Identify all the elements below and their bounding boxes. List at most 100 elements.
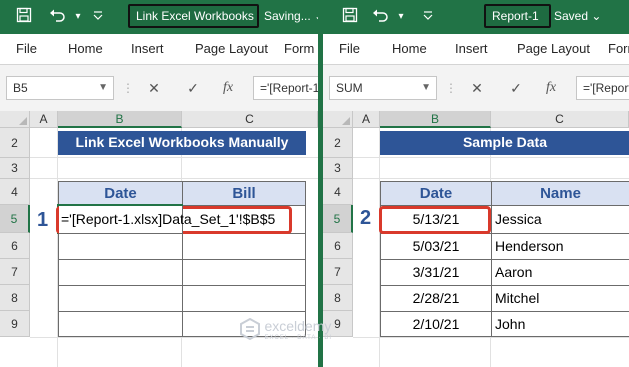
tab-page-layout[interactable]: Page Layout bbox=[195, 41, 268, 56]
sheet-banner: Sample Data bbox=[380, 131, 629, 155]
column-header-b[interactable]: B bbox=[58, 111, 182, 128]
name-box[interactable]: SUM ▼ bbox=[329, 76, 437, 100]
watermark-brand: exceldemy bbox=[264, 317, 332, 334]
gridline bbox=[353, 157, 629, 158]
customize-toolbar-icon[interactable] bbox=[418, 7, 438, 27]
row-header-3[interactable]: 3 bbox=[0, 158, 30, 179]
workbook-title[interactable]: Link Excel Workbooks bbox=[128, 4, 259, 28]
name-box[interactable]: B5 ▼ bbox=[6, 76, 114, 100]
row-header-2[interactable]: 2 bbox=[0, 128, 30, 158]
row-header-6[interactable]: 6 bbox=[323, 233, 353, 259]
tab-file[interactable]: File bbox=[16, 41, 37, 56]
gridline bbox=[30, 157, 318, 158]
save-icon[interactable] bbox=[340, 7, 360, 27]
table-header-date[interactable]: Date bbox=[59, 182, 183, 206]
tab-page-layout[interactable]: Page Layout bbox=[517, 41, 590, 56]
title-bar: ▾ Report-1 Saved ⌄ bbox=[323, 0, 629, 34]
undo-icon[interactable] bbox=[371, 7, 391, 27]
ribbon-tabs: File Home Insert Page Layout Form bbox=[323, 34, 629, 65]
name-cell[interactable]: Jessica bbox=[492, 206, 629, 234]
watermark-logo-icon bbox=[240, 317, 260, 345]
formula-bar: B5 ▼ ⋮ ✕ ✓ fx ='[Report-1.xlsx]Data_Set_… bbox=[0, 65, 318, 112]
tab-home[interactable]: Home bbox=[392, 41, 427, 56]
row-header-8[interactable]: 8 bbox=[323, 285, 353, 311]
save-icon[interactable] bbox=[14, 7, 34, 27]
table-cell[interactable] bbox=[59, 260, 183, 286]
watermark-tagline: EXCEL · DATA · BI bbox=[264, 334, 333, 341]
column-header-a[interactable]: A bbox=[30, 111, 58, 128]
name-cell[interactable]: Henderson bbox=[492, 234, 629, 260]
undo-icon[interactable] bbox=[48, 7, 68, 27]
row-header-3[interactable]: 3 bbox=[323, 158, 353, 179]
date-cell[interactable]: 2/28/21 bbox=[381, 286, 492, 312]
enter-icon[interactable]: ✓ bbox=[507, 78, 525, 98]
row-header-6[interactable]: 6 bbox=[0, 233, 30, 259]
save-status-text: Saving... bbox=[264, 9, 311, 23]
highlight-box bbox=[379, 206, 491, 234]
row-header-4[interactable]: 4 bbox=[0, 179, 30, 205]
table-cell[interactable] bbox=[183, 286, 306, 312]
cancel-icon[interactable]: ✕ bbox=[145, 78, 163, 98]
cancel-icon[interactable]: ✕ bbox=[468, 78, 486, 98]
name-cell[interactable]: Aaron bbox=[492, 260, 629, 286]
table-cell[interactable] bbox=[59, 286, 183, 312]
select-all-corner[interactable] bbox=[0, 111, 30, 128]
tab-home[interactable]: Home bbox=[68, 41, 103, 56]
chevron-down-icon[interactable]: ▼ bbox=[98, 77, 108, 99]
formula-text: ='[Report-1 bbox=[583, 81, 629, 95]
tab-insert[interactable]: Insert bbox=[455, 41, 488, 56]
insert-function-icon[interactable]: fx bbox=[542, 78, 560, 98]
watermark: exceldemy EXCEL · DATA · BI bbox=[240, 317, 333, 345]
row-header-9[interactable]: 9 bbox=[0, 311, 30, 337]
table-cell[interactable] bbox=[59, 234, 183, 260]
insert-function-icon[interactable]: fx bbox=[219, 78, 237, 98]
workbook-title-text: Link Excel Workbooks bbox=[136, 9, 254, 23]
table-header-date[interactable]: Date bbox=[381, 182, 492, 206]
tab-insert[interactable]: Insert bbox=[131, 41, 164, 56]
undo-dropdown-icon[interactable]: ▾ bbox=[391, 7, 411, 27]
column-header-c[interactable]: C bbox=[491, 111, 629, 128]
name-cell[interactable]: Mitchel bbox=[492, 286, 629, 312]
select-all-corner[interactable] bbox=[323, 111, 353, 128]
table-cell[interactable] bbox=[183, 234, 306, 260]
date-cell[interactable]: 2/10/21 bbox=[381, 312, 492, 337]
row-header-5[interactable]: 5 bbox=[0, 205, 30, 233]
tab-formulas[interactable]: Form bbox=[284, 41, 314, 56]
tab-formulas[interactable]: Form bbox=[608, 41, 629, 56]
save-status: Saving... ⌄ bbox=[264, 9, 318, 23]
customize-toolbar-icon[interactable] bbox=[88, 7, 108, 27]
table-header-bill[interactable]: Bill bbox=[183, 182, 306, 206]
workbook-title[interactable]: Report-1 bbox=[484, 4, 551, 28]
table-cell[interactable] bbox=[183, 260, 306, 286]
row-header-4[interactable]: 4 bbox=[323, 179, 353, 205]
row-header-5[interactable]: 5 bbox=[323, 205, 353, 233]
undo-dropdown-icon[interactable]: ▾ bbox=[68, 7, 88, 27]
formula-cell[interactable]: ='[Report-1.xlsx]Data_Set_1'!$B$5 bbox=[59, 206, 275, 234]
table-cell[interactable] bbox=[59, 312, 183, 337]
name-cell[interactable]: John bbox=[492, 312, 629, 337]
chevron-down-icon[interactable]: ▼ bbox=[421, 77, 431, 99]
row-header-7[interactable]: 7 bbox=[323, 259, 353, 285]
worksheet-grid[interactable]: A B C 2 3 4 5 6 7 8 9 Sample Data Date N… bbox=[323, 111, 629, 367]
step-marker: 1 bbox=[37, 209, 49, 231]
enter-icon[interactable]: ✓ bbox=[184, 78, 202, 98]
chevron-down-icon: ⌄ bbox=[591, 9, 602, 23]
row-header-7[interactable]: 7 bbox=[0, 259, 30, 285]
formula-input[interactable]: ='[Report-1.xlsx]Data_Set_1'!$B$5 bbox=[253, 76, 318, 100]
name-box-value: SUM bbox=[336, 81, 363, 95]
column-header-a[interactable]: A bbox=[353, 111, 380, 128]
column-header-b[interactable]: B bbox=[380, 111, 491, 128]
tab-file[interactable]: File bbox=[339, 41, 360, 56]
step-marker: 2 bbox=[360, 207, 372, 229]
row-header-2[interactable]: 2 bbox=[323, 128, 353, 158]
ribbon-tabs: File Home Insert Page Layout Form bbox=[0, 34, 318, 65]
formula-bar-grip: ⋮ bbox=[445, 81, 457, 95]
date-cell[interactable]: 3/31/21 bbox=[381, 260, 492, 286]
row-header-8[interactable]: 8 bbox=[0, 285, 30, 311]
column-header-c[interactable]: C bbox=[182, 111, 318, 128]
name-box-value: B5 bbox=[13, 81, 28, 95]
data-table: Date Name 5/13/21 Jessica 5/03/21 Hender… bbox=[380, 181, 629, 337]
date-cell[interactable]: 5/03/21 bbox=[381, 234, 492, 260]
table-header-name[interactable]: Name bbox=[492, 182, 629, 206]
formula-input[interactable]: ='[Report-1 bbox=[576, 76, 629, 100]
